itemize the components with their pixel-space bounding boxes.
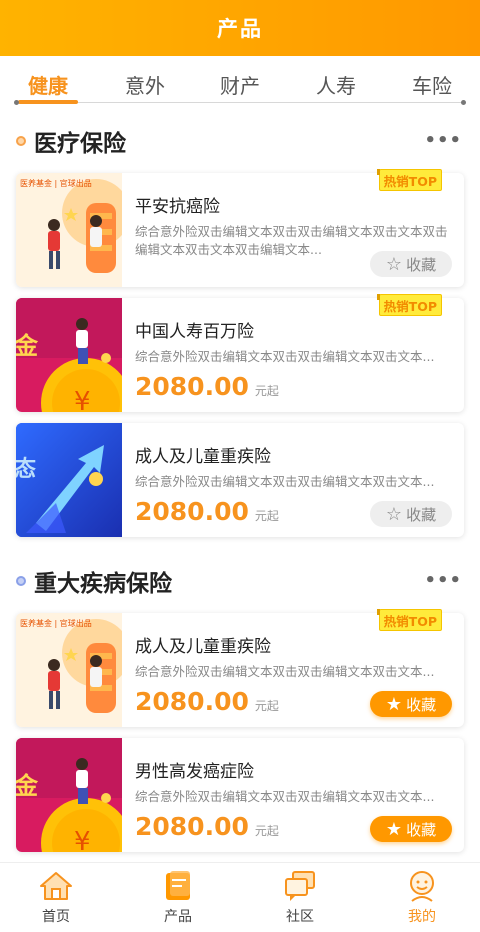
more-icon[interactable]: •••	[424, 570, 462, 591]
page-title: 产品	[217, 17, 263, 41]
tabbar-label: 我的	[408, 909, 436, 925]
price-unit: 元起	[254, 509, 279, 523]
thumb-badge: 医养基金 | 官球出品	[20, 619, 92, 628]
price-value: 2080.00	[135, 812, 249, 841]
bottom-tab-bar: 首页 产品 社区 我的	[0, 862, 480, 932]
product-price: 2080.00 元起	[135, 372, 279, 401]
thumb-badge: 医养基金 | 官球出品	[20, 179, 92, 188]
product-title: 成人及儿童重疾险	[135, 447, 271, 467]
section-title-medical: 医疗保险	[16, 126, 126, 157]
thumb-text: 金	[16, 772, 38, 800]
product-title: 成人及儿童重疾险	[135, 637, 271, 657]
tabbar-label: 产品	[164, 909, 192, 925]
favorite-button[interactable]: ☆ 收藏	[370, 251, 452, 277]
product-card[interactable]: ¥ 金 热销TOP 中国人寿百万险 综合意外险双击编辑文本双击双击编辑文本双击文…	[16, 294, 464, 412]
product-thumbnail: 医养基金 | 官球出品	[16, 613, 122, 727]
product-card[interactable]: 医养基金 | 官球出品 热销TOP 平安抗癌险 综合意外险双击编辑文本双击双击编…	[16, 169, 464, 287]
tabbar-label: 社区	[286, 909, 314, 925]
section-title-text: 重大疾病保险	[34, 571, 172, 597]
hot-badge: 热销TOP	[376, 169, 442, 191]
thumb-text: 金	[16, 332, 38, 360]
product-price: 2080.00 元起	[135, 687, 279, 716]
star-icon: ★	[385, 818, 403, 840]
more-icon[interactable]: •••	[424, 130, 462, 151]
price-value: 2080.00	[135, 687, 249, 716]
price-value: 2080.00	[135, 497, 249, 526]
section-title-critical-illness: 重大疾病保险	[16, 566, 172, 597]
star-icon: ★	[385, 693, 403, 715]
product-description: 综合意外险双击编辑文本双击双击编辑文本双击文本...	[135, 349, 435, 364]
product-description: 综合意外险双击编辑文本双击双击编辑文本双击文本...	[135, 474, 435, 489]
product-description: 综合意外险双击编辑文本双击双击编辑文本双击文本...	[135, 664, 435, 679]
tabbar-item-home[interactable]: 首页	[0, 863, 116, 932]
product-price: 2080.00 元起	[135, 812, 279, 841]
svg-text:¥: ¥	[74, 387, 91, 412]
product-thumbnail: ¥ 金	[16, 298, 122, 412]
star-icon: ☆	[385, 503, 403, 525]
tabbar-item-profile[interactable]: 我的	[362, 863, 480, 932]
tab-car[interactable]: 车险	[412, 70, 452, 99]
product-title: 平安抗癌险	[135, 197, 220, 217]
star-icon: ☆	[385, 253, 403, 275]
tabbar-item-product[interactable]: 产品	[118, 863, 238, 932]
product-title: 中国人寿百万险	[135, 322, 254, 342]
favorite-button[interactable]: ★ 收藏	[370, 816, 452, 842]
tab-divider	[16, 102, 464, 103]
section-title-text: 医疗保险	[34, 131, 126, 157]
tab-accident[interactable]: 意外	[125, 70, 165, 99]
price-unit: 元起	[254, 384, 279, 398]
product-card[interactable]: 态 成人及儿童重疾险 综合意外险双击编辑文本双击双击编辑文本双击文本... 20…	[16, 423, 464, 537]
tab-life[interactable]: 人寿	[316, 70, 356, 99]
tab-active-indicator	[18, 100, 78, 104]
favorite-label: 收藏	[406, 695, 437, 714]
section-dot	[16, 136, 26, 146]
app-screen: 产品 健康 意外 财产 人寿 车险 医疗保险 ••• 医养基金 | 官球出品 热…	[0, 0, 480, 932]
product-thumbnail: 医养基金 | 官球出品	[16, 173, 122, 287]
tabbar-item-community[interactable]: 社区	[240, 863, 360, 932]
favorite-button[interactable]: ★ 收藏	[370, 691, 452, 717]
tabbar-label: 首页	[42, 909, 70, 925]
community-icon	[285, 871, 315, 901]
hot-badge: 热销TOP	[376, 609, 442, 631]
price-unit: 元起	[254, 699, 279, 713]
category-tabs: 健康 意外 财产 人寿 车险	[0, 56, 480, 106]
product-icon	[166, 871, 190, 900]
hot-badge: 热销TOP	[376, 294, 442, 316]
favorite-button[interactable]: ☆ 收藏	[370, 501, 452, 527]
tab-health[interactable]: 健康	[28, 70, 68, 99]
favorite-label: 收藏	[406, 255, 437, 274]
product-price: 2080.00 元起	[135, 497, 279, 526]
tab-line-dot-right	[461, 100, 466, 105]
home-icon	[40, 872, 72, 900]
product-thumbnail: 态	[16, 423, 122, 537]
favorite-label: 收藏	[406, 820, 437, 839]
price-unit: 元起	[254, 824, 279, 838]
section-dot	[16, 576, 26, 586]
tab-property[interactable]: 财产	[220, 70, 260, 99]
product-card[interactable]: ¥ 金 男性高发癌症险 综合意外险双击编辑文本双击双击编辑文本双击文本... 2…	[16, 738, 464, 852]
product-title: 男性高发癌症险	[135, 762, 254, 782]
svg-text:¥: ¥	[74, 827, 91, 852]
tab-line-dot-left	[14, 100, 19, 105]
price-value: 2080.00	[135, 372, 249, 401]
product-thumbnail: ¥ 金	[16, 738, 122, 852]
profile-icon	[410, 871, 434, 902]
product-description: 综合意外险双击编辑文本双击双击编辑文本双击文本...	[135, 789, 435, 804]
thumb-text: 态	[16, 457, 37, 482]
product-card[interactable]: 医养基金 | 官球出品 热销TOP 成人及儿童重疾险 综合意外险双击编辑文本双击…	[16, 609, 464, 727]
favorite-label: 收藏	[406, 505, 437, 524]
title-bar: 产品	[0, 0, 480, 56]
